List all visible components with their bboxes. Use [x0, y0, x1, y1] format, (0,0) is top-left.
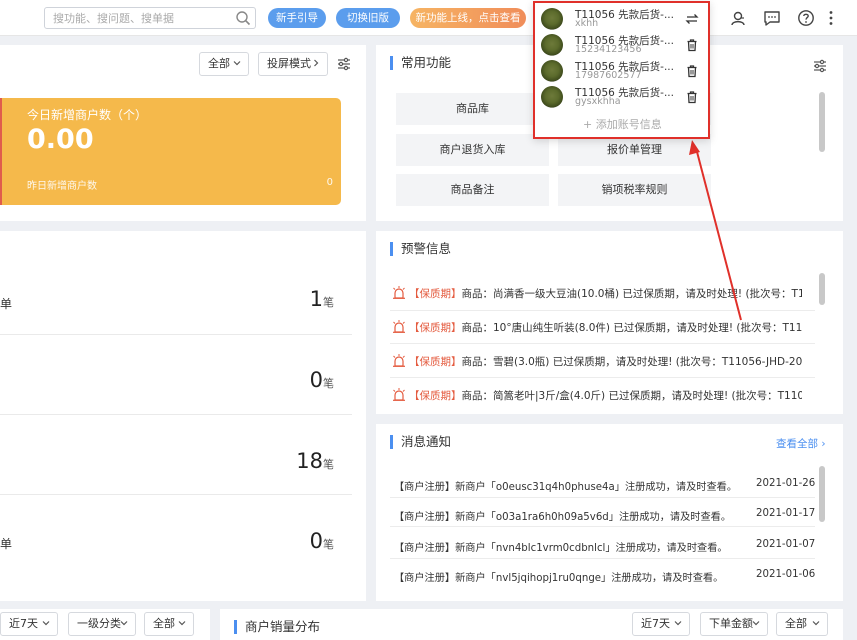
- avatar: [541, 8, 563, 30]
- settings-sliders-icon[interactable]: [336, 56, 352, 72]
- account-item[interactable]: T11056 先款后货-... gysxkhha: [541, 85, 701, 109]
- yesterday-merchants-value: 0: [326, 177, 333, 188]
- new-merchants-value: 0.00: [27, 124, 94, 155]
- help-icon[interactable]: [797, 9, 815, 27]
- trash-icon[interactable]: [685, 38, 699, 52]
- stat-label: 单: [0, 537, 13, 551]
- guide-button[interactable]: 新手引导: [268, 8, 326, 28]
- present-mode-button[interactable]: 投屏模式: [258, 52, 328, 76]
- search-input[interactable]: [45, 8, 225, 28]
- message-icon[interactable]: [763, 9, 781, 27]
- red-tile-edge: [0, 98, 2, 205]
- divider: [390, 558, 815, 559]
- alarm-icon: [393, 354, 405, 367]
- account-item[interactable]: T11056 先款后货-... 17987602577: [541, 59, 701, 83]
- alert-item[interactable]: 【保质期】商品：10°唐山纯生听装(8.0件) 已过保质期，请及时处理! (批次…: [392, 320, 802, 335]
- category-filter-bar: 近7天 一级分类 全部: [0, 609, 210, 640]
- stat-value: 0笔: [309, 368, 334, 392]
- scrollbar[interactable]: [819, 273, 825, 305]
- add-account-button[interactable]: + 添加账号信息: [583, 116, 662, 132]
- divider: [390, 343, 815, 344]
- account-item[interactable]: T11056 先款后货-... xkhh: [541, 7, 701, 31]
- chevron-down-icon: [178, 621, 186, 626]
- common-functions-title: 常用功能: [390, 56, 451, 70]
- yesterday-merchants-label: 昨日新增商户数: [27, 181, 97, 192]
- messages-title: 消息通知: [390, 435, 451, 449]
- user-switch-icon[interactable]: [729, 9, 747, 27]
- trash-icon[interactable]: [685, 90, 699, 104]
- divider: [390, 497, 815, 498]
- order-stats-card: 单 1笔 0笔 18笔 单 0笔: [0, 231, 366, 601]
- alarm-icon: [393, 286, 405, 299]
- divider: [390, 310, 815, 311]
- trash-icon[interactable]: [685, 64, 699, 78]
- stat-value: 1笔: [309, 287, 334, 311]
- new-merchants-tile: 今日新增商户数（个） 0.00 昨日新增商户数 0: [0, 98, 341, 205]
- switch-old-version-button[interactable]: 切换旧版: [336, 8, 400, 28]
- stat-row[interactable]: 18笔: [0, 415, 352, 495]
- metric-select[interactable]: 下单金额: [700, 612, 768, 636]
- scope-select[interactable]: 全部: [776, 612, 828, 636]
- alarm-icon: [393, 388, 405, 401]
- scope-select[interactable]: 全部: [199, 52, 249, 76]
- alert-item[interactable]: 【保质期】商品：简篙老叶|3斤/盒(4.0斤) 已过保质期，请及时处理! (批次…: [392, 388, 802, 403]
- function-item[interactable]: 商品备注: [396, 174, 549, 206]
- new-feature-button[interactable]: 新功能上线，点击查看: [410, 8, 526, 28]
- stat-label: 单: [0, 297, 13, 311]
- account-id: 15234123456: [575, 44, 642, 55]
- top-bar: 新手引导 切换旧版 新功能上线，点击查看: [0, 0, 857, 36]
- chevron-down-icon: [233, 61, 241, 66]
- chevron-down-icon: [812, 621, 820, 626]
- scope-select[interactable]: 全部: [144, 612, 194, 636]
- more-icon[interactable]: [822, 9, 840, 27]
- message-item[interactable]: 【商户注册】新商户「nvn4blc1vrm0cdbnlcl」注册成功，请及时查看…: [394, 539, 815, 554]
- alerts-title: 预警信息: [390, 242, 451, 256]
- avatar: [541, 86, 563, 108]
- account-item[interactable]: T11056 先款后货-... 15234123456: [541, 33, 701, 57]
- alert-item[interactable]: 【保质期】商品：雪碧(3.0瓶) 已过保质期，请及时处理! (批次号：T1105…: [392, 354, 802, 369]
- period-select[interactable]: 近7天: [0, 612, 58, 636]
- search-icon[interactable]: [235, 10, 251, 26]
- present-mode-label: 投屏模式: [267, 57, 311, 70]
- view-all-link[interactable]: 查看全部 ›: [776, 436, 826, 451]
- divider: [390, 526, 815, 527]
- settings-sliders-icon[interactable]: [812, 58, 828, 74]
- new-merchants-title: 今日新增商户数（个）: [27, 108, 148, 122]
- alert-item[interactable]: 【保质期】商品：尚满香一级大豆油(10.0桶) 已过保质期，请及时处理! (批次…: [392, 286, 802, 301]
- scrollbar[interactable]: [819, 466, 825, 522]
- message-item[interactable]: 【商户注册】新商户「nvl5jqihopj1ru0qnge」注册成功，请及时查看…: [394, 569, 815, 584]
- account-id: gysxkhha: [575, 96, 621, 107]
- account-id: 17987602577: [575, 70, 642, 81]
- scope-select-value: 全部: [208, 57, 230, 70]
- function-item[interactable]: 销项税率规则: [558, 174, 711, 206]
- stat-value: 18笔: [296, 449, 334, 473]
- scrollbar[interactable]: [819, 92, 825, 152]
- message-item[interactable]: 【商户注册】新商户「o0eusc31q4h0phuse4a」注册成功，请及时查看…: [394, 478, 815, 493]
- function-item[interactable]: 商品库: [396, 93, 549, 125]
- chevron-right-icon: [314, 59, 319, 67]
- account-id: xkhh: [575, 18, 599, 29]
- search-box[interactable]: [44, 7, 256, 29]
- stat-row[interactable]: 单 1笔: [0, 261, 352, 335]
- stat-row[interactable]: 单 0笔: [0, 495, 352, 575]
- chevron-down-icon: [674, 621, 682, 626]
- stat-value: 0笔: [309, 529, 334, 553]
- category-level-select[interactable]: 一级分类: [68, 612, 136, 636]
- sales-distribution-title: 商户销量分布: [234, 620, 320, 634]
- function-item[interactable]: 商户退货入库: [396, 134, 549, 166]
- message-item[interactable]: 【商户注册】新商户「o03a1ra6h0h09a5v6d」注册成功，请及时查看。…: [394, 508, 815, 523]
- alarm-icon: [393, 320, 405, 333]
- divider: [390, 377, 815, 378]
- sales-distribution-card: 商户销量分布 近7天 下单金额 全部: [220, 609, 843, 640]
- period-select[interactable]: 近7天: [632, 612, 690, 636]
- chevron-down-icon: [752, 621, 760, 626]
- chevron-down-icon: [42, 621, 50, 626]
- avatar: [541, 60, 563, 82]
- switch-icon[interactable]: [685, 12, 699, 26]
- account-switch-dropdown: T11056 先款后货-... xkhh T11056 先款后货-... 152…: [533, 1, 710, 139]
- avatar: [541, 34, 563, 56]
- stat-row[interactable]: 0笔: [0, 335, 352, 415]
- chevron-down-icon: [120, 621, 128, 626]
